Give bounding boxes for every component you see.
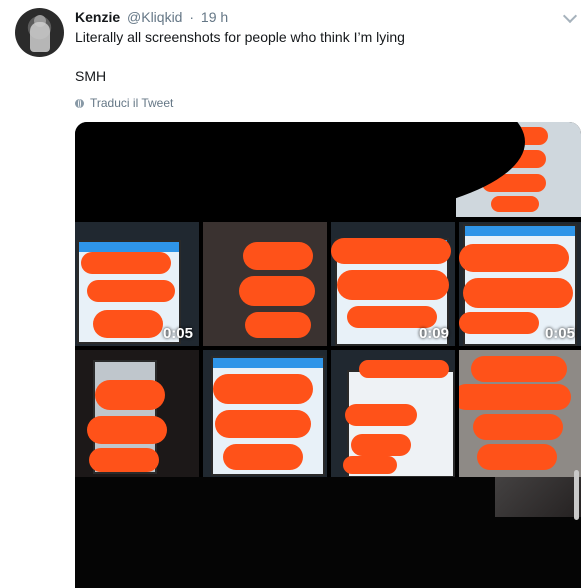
video-duration: 0:05 <box>544 325 575 342</box>
timestamp[interactable]: 19 h <box>201 9 228 25</box>
redaction-scribble <box>239 276 315 306</box>
redaction-scribble <box>459 312 539 334</box>
redaction-scribble <box>337 270 449 300</box>
redaction-scribble <box>473 414 563 440</box>
app-bar <box>213 358 323 368</box>
thumbnail: 0:05 <box>75 222 199 346</box>
redaction-scribble <box>243 242 313 270</box>
redaction-scribble <box>245 312 311 338</box>
redaction-scribble <box>223 444 303 470</box>
tweet[interactable]: Kenzie @Kliqkid · 19 h Literally all scr… <box>0 0 583 588</box>
redaction-scribble <box>343 456 397 474</box>
redaction-scribble <box>213 374 313 404</box>
translate-label: Traduci il Tweet <box>90 96 174 110</box>
media-image[interactable]: 0:05 0:09 0:05 <box>75 122 581 588</box>
redaction-scribble <box>477 444 557 470</box>
thumbnail <box>75 350 199 477</box>
display-name[interactable]: Kenzie <box>75 9 120 25</box>
redaction-scribble <box>491 196 539 212</box>
partial-thumbnail <box>495 477 581 517</box>
app-bar <box>79 242 179 252</box>
thumbnail: 0:09 <box>331 222 455 346</box>
tweet-header: Kenzie @Kliqkid · 19 h <box>75 9 228 25</box>
user-handle[interactable]: @Kliqkid <box>127 9 182 25</box>
redaction-scribble <box>459 384 571 410</box>
redaction-scribble <box>81 252 171 274</box>
thumbnail <box>203 222 327 346</box>
translate-tweet-link[interactable]: Traduci il Tweet <box>75 96 173 110</box>
redaction-scribble <box>89 448 159 472</box>
redaction-scribble <box>93 310 163 338</box>
chevron-down-icon[interactable] <box>562 8 578 24</box>
redaction-scribble <box>331 238 451 264</box>
video-duration: 0:05 <box>162 325 193 342</box>
redaction-scribble <box>87 280 175 302</box>
redaction-scribble <box>463 278 573 308</box>
redaction-scribble <box>345 404 417 426</box>
thumbnail <box>459 350 581 477</box>
app-bar <box>465 226 575 236</box>
avatar-figure <box>30 22 50 52</box>
redaction-scribble <box>459 244 569 272</box>
tweet-text-line-2: SMH <box>75 68 107 84</box>
thumbnail: 0:05 <box>459 222 581 346</box>
redaction-scribble <box>87 416 167 444</box>
redaction-scribble <box>471 356 567 382</box>
avatar[interactable] <box>15 8 64 57</box>
thumbnail <box>203 350 327 477</box>
tweet-text-line-1: Literally all screenshots for people who… <box>75 29 405 45</box>
redaction-scribble <box>95 380 165 410</box>
redaction-scribble <box>351 434 411 456</box>
redaction-scribble <box>359 360 449 378</box>
video-duration: 0:09 <box>418 325 449 342</box>
thumbnail <box>331 350 455 477</box>
separator-dot: · <box>189 9 195 25</box>
redaction-scribble <box>215 410 311 438</box>
scrollbar[interactable] <box>574 470 579 520</box>
globe-icon <box>75 98 84 108</box>
